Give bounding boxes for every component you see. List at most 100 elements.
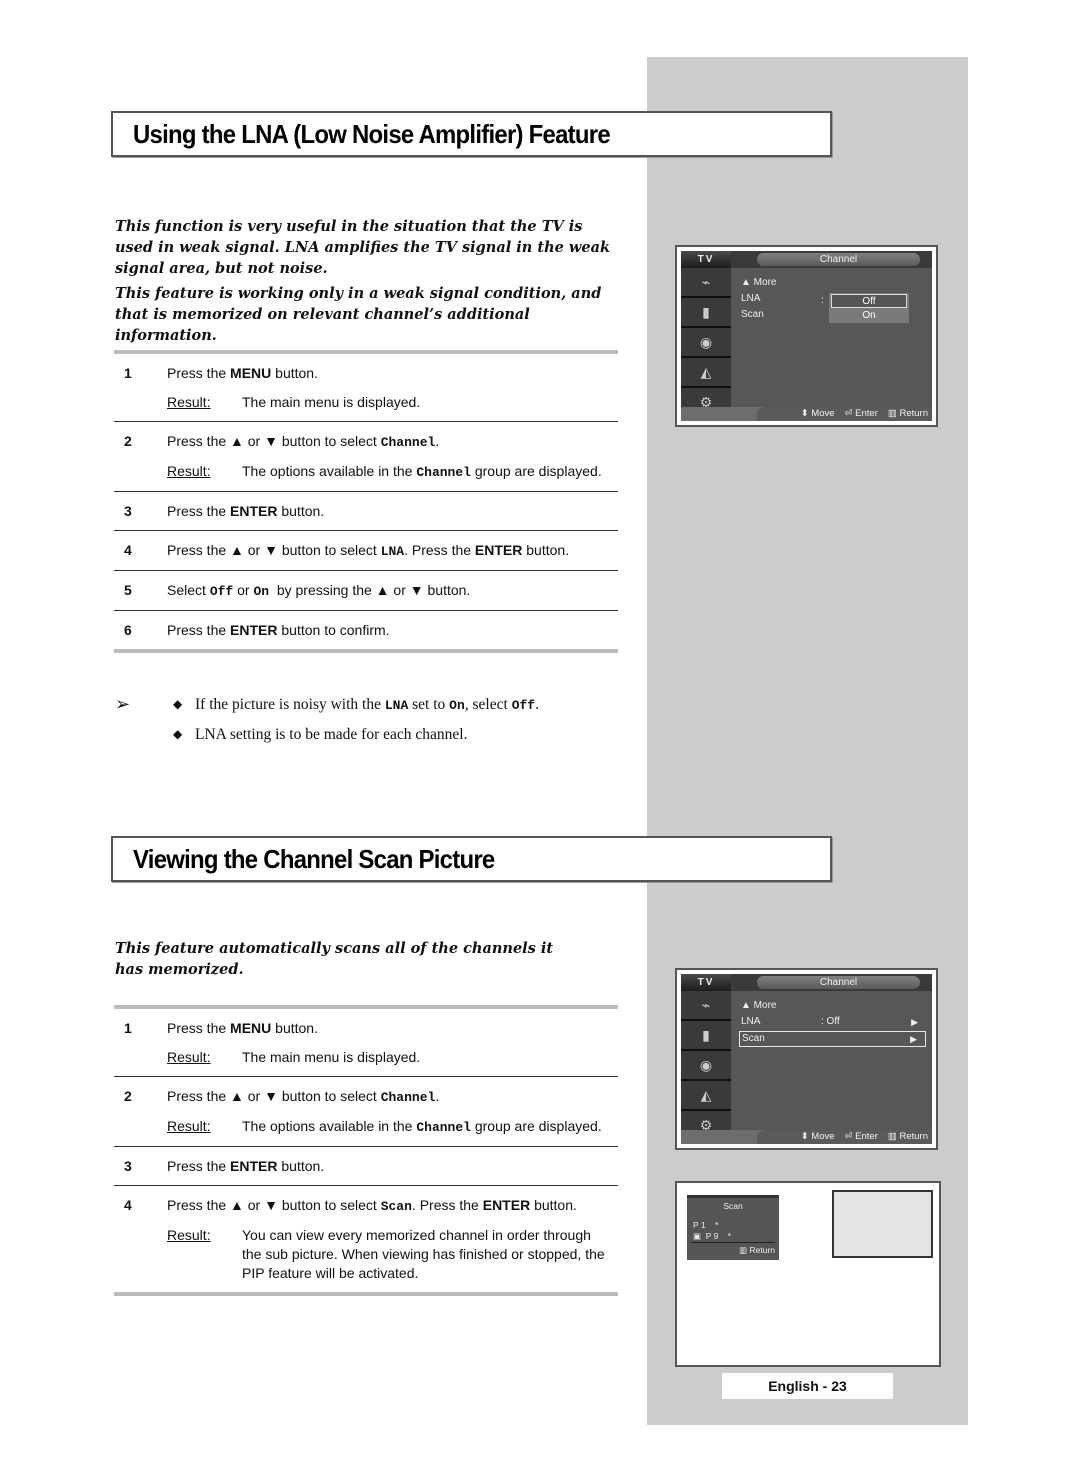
intro-scan: This feature automatically scans all of … [115,938,615,984]
sub-picture [832,1190,933,1258]
step-result: Result: The main menu is displayed. [167,394,421,410]
notes: ➢ ◆ If the picture is noisy with the LNA… [115,690,635,750]
channel-icon: ◭ [681,358,731,388]
osd-icon-column: ⌁ ▮ ◉ ◭ ⚙ [681,268,731,418]
step-number: 1 [124,365,132,381]
note-item: ◆ LNA setting is to be made for each cha… [173,720,635,750]
step-1: 1 Press the MENU button. Result: The main… [114,354,618,421]
arrow-right-icon: ▶ [911,1017,918,1027]
step-text: Press the MENU button. [167,1020,318,1036]
step-text: Press the ▲ or ▼ button to select Channe… [167,1088,440,1105]
osd-menu: ▲ More LNA: Off ▶ Scan ▶ [739,998,926,1047]
result-label: Result: [167,1118,211,1134]
step-3: 3 Press the ENTER button. [114,1147,618,1185]
intro-paragraph: This function is very useful in the situ… [115,218,611,277]
input-plug-icon: ⌁ [681,991,731,1021]
diamond-bullet-icon: ◆ [173,727,183,741]
step-number: 2 [124,433,132,449]
step-number: 1 [124,1020,132,1036]
picture-icon: ▮ [681,1021,731,1051]
intro-lna: This function is very useful in the situ… [115,216,615,350]
scan-title: Scan [723,1201,743,1211]
menu-item-scan[interactable]: Scan ▶ [739,1031,926,1047]
section-title-lna: Using the LNA (Low Noise Amplifier) Feat… [111,111,832,157]
step-number: 5 [124,582,132,598]
section-heading: Using the LNA (Low Noise Amplifier) Feat… [133,119,611,149]
step-6: 6 Press the ENTER button to confirm. [114,611,618,649]
scan-osd: Scan P 1 * ▣ P 9 * ▥ Return [687,1195,779,1260]
step-2: 2 Press the ▲ or ▼ button to select Chan… [114,422,618,491]
tv-label: TV [681,974,731,991]
step-number: 2 [124,1088,132,1104]
step-text: Press the ENTER button to confirm. [167,622,390,638]
menu-item-more[interactable]: ▲ More [739,275,926,291]
step-number: 4 [124,542,132,558]
step-result: Result: The main menu is displayed. [167,1049,421,1065]
sound-speaker-icon: ◉ [681,1051,731,1081]
step-text: Press the ▲ or ▼ button to select Channe… [167,433,440,450]
osd-footer: ⬍ Move ⏎ Enter ▥ Return [681,407,932,421]
step-number: 4 [124,1197,132,1213]
move-hint: ⬍ Move [800,408,835,419]
section-heading: Viewing the Channel Scan Picture [133,844,495,874]
option-on[interactable]: On [829,309,909,323]
step-4: 4 Press the ▲ or ▼ button to select LNA.… [114,531,618,570]
step-number: 6 [124,622,132,638]
option-off[interactable]: Off [831,294,907,308]
main-channel: P 1 * [693,1220,719,1230]
intro-paragraph: This feature automatically scans all of … [115,940,554,978]
tv-label: TV [681,251,731,268]
page-number: English - 23 [722,1373,893,1399]
step-result: Result: The options available in the Chan… [167,463,602,480]
step-2: 2 Press the ▲ or ▼ button to select Chan… [114,1077,618,1146]
step-3: 3 Press the ENTER button. [114,492,618,530]
lna-dropdown[interactable]: Off On [829,293,909,323]
sub-channel: ▣ P 9 * [693,1231,732,1241]
divider [691,1242,775,1243]
osd-title: Channel [757,253,920,266]
section-title-scan: Viewing the Channel Scan Picture [111,836,832,882]
input-plug-icon: ⌁ [681,268,731,298]
result-label: Result: [167,394,211,410]
step-text: Press the ENTER button. [167,503,325,519]
divider [114,649,618,653]
picture-icon: ▮ [681,298,731,328]
step-result: Result: The options available in the Chan… [167,1118,602,1135]
step-5: 5 Select Off or On by pressing the ▲ or … [114,571,618,610]
diamond-bullet-icon: ◆ [173,697,183,711]
return-hint: ▥ Return [887,408,928,419]
note-item: ◆ If the picture is noisy with the LNA s… [173,690,635,720]
step-1: 1 Press the MENU button. Result: The main… [114,1009,618,1076]
pip-scan-screen: Scan P 1 * ▣ P 9 * ▥ Return [675,1181,941,1367]
step-text: Select Off or On by pressing the ▲ or ▼ … [167,582,471,599]
menu-item-lna[interactable]: LNA: Off ▶ [739,1014,926,1030]
result-label: Result: [167,463,211,479]
osd-screen-scan: TV Channel ⌁ ▮ ◉ ◭ ⚙ ▲ More LNA: Off ▶ Sc… [675,968,938,1150]
step-result: Result: You can view every memorized chan… [167,1227,605,1281]
return-hint: ▥ Return [887,1131,928,1142]
result-label: Result: [167,1049,211,1065]
osd-icon-column: ⌁ ▮ ◉ ◭ ⚙ [681,991,731,1141]
intro-paragraph: This feature is working only in a weak s… [115,285,602,344]
osd-footer: ⬍ Move ⏎ Enter ▥ Return [681,1130,932,1144]
steps-scan: 1 Press the MENU button. Result: The main… [114,1005,618,1296]
arrow-right-icon: ▶ [910,1034,917,1044]
osd-header: Channel [731,251,932,268]
enter-hint: ⏎ Enter [844,1131,878,1142]
step-4: 4 Press the ▲ or ▼ button to select Scan… [114,1186,618,1292]
sound-speaker-icon: ◉ [681,328,731,358]
steps-lna: 1 Press the MENU button. Result: The main… [114,350,618,653]
divider [114,1292,618,1296]
osd-header: Channel [731,974,932,991]
osd-screen-lna: TV Channel ⌁ ▮ ◉ ◭ ⚙ ▲ More LNA Scan : O… [675,245,938,427]
note-arrow-icon: ➢ [115,694,131,715]
step-text: Press the ENTER button. [167,1158,325,1174]
step-text: Press the ▲ or ▼ button to select Scan. … [167,1197,577,1214]
step-text: Press the MENU button. [167,365,318,381]
result-label: Result: [167,1227,211,1243]
enter-hint: ⏎ Enter [844,408,878,419]
step-text: Press the ▲ or ▼ button to select LNA. P… [167,542,570,559]
channel-icon: ◭ [681,1081,731,1111]
osd-title: Channel [757,976,920,989]
menu-item-more[interactable]: ▲ More [739,998,926,1014]
